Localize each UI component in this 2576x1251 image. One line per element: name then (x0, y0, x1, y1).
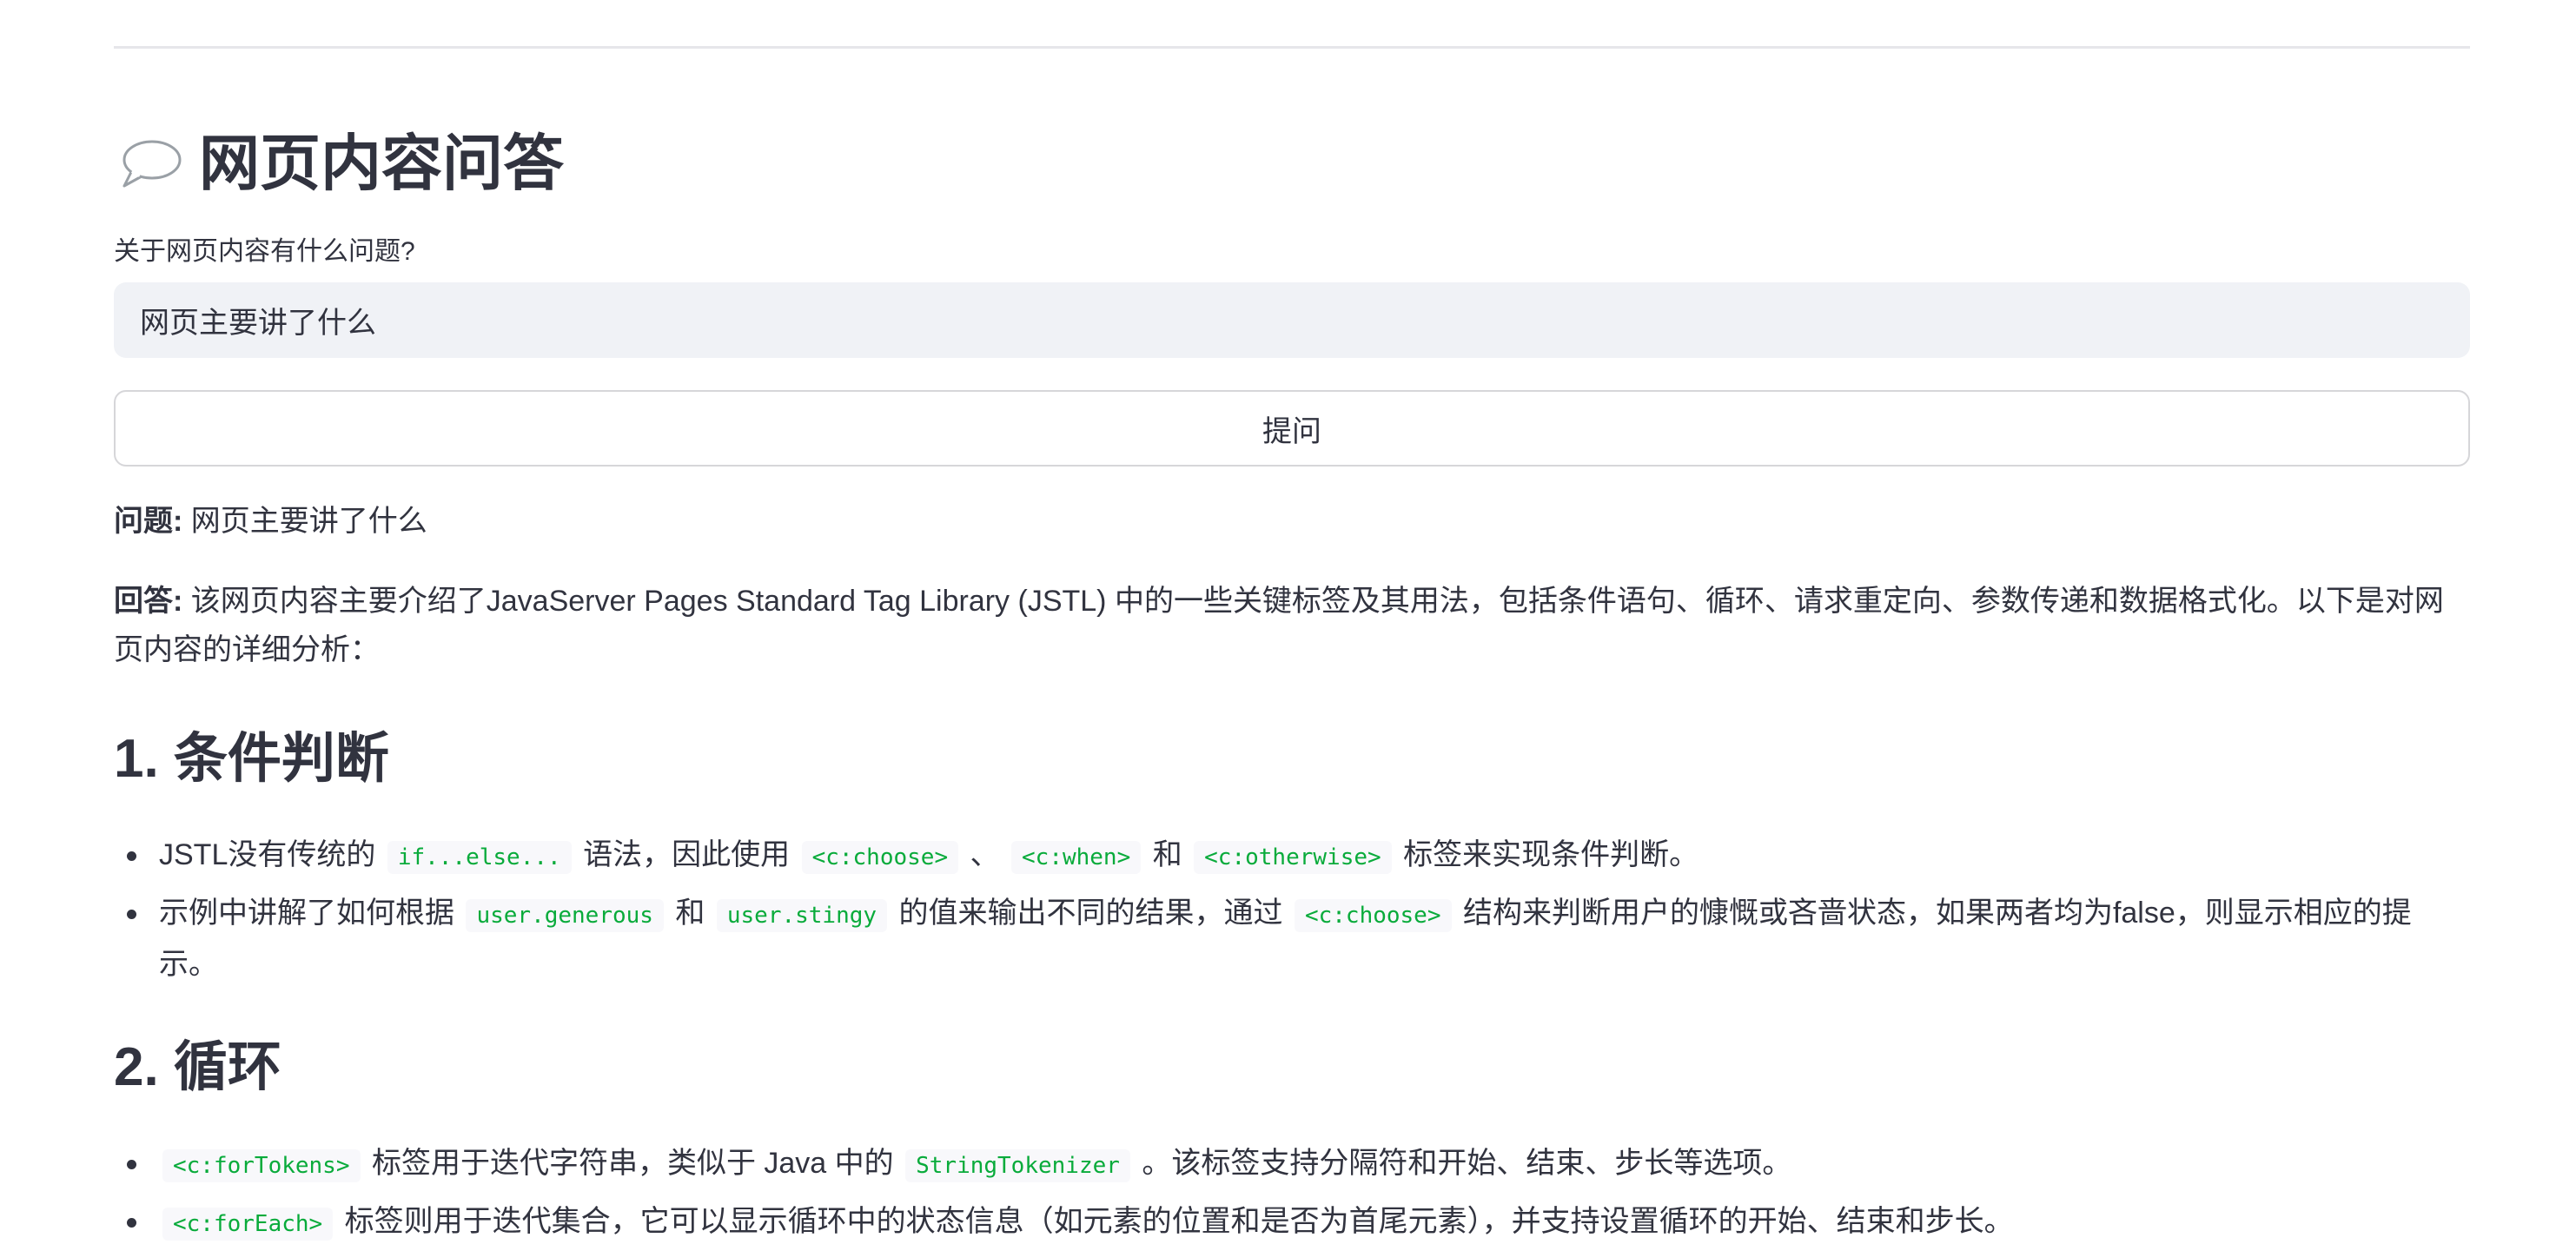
speech-bubble-icon (123, 140, 182, 188)
list-item-text: 示例中讲解了如何根据 (159, 897, 463, 930)
list-item-text: 和 (1144, 838, 1191, 871)
inline-code: <c:forEach> (162, 1208, 334, 1241)
answer-display: 回答: 该网页内容主要介绍了JavaServer Pages Standard … (114, 577, 2470, 674)
answer-label: 回答: (114, 585, 183, 618)
inline-code: <c:choose> (801, 841, 959, 874)
inline-code: StringTokenizer (905, 1149, 1130, 1182)
inline-code: <c:when> (1011, 841, 1142, 874)
bullet-dot-icon (127, 851, 136, 861)
list-item-text: 标签用于迭代字符串，类似于 Java 中的 (363, 1147, 903, 1180)
page-header: 网页内容问答 (114, 120, 564, 207)
section-heading-loops: 2. 循环 (114, 1037, 281, 1097)
answer-text: 该网页内容主要介绍了JavaServer Pages Standard Tag … (114, 585, 2444, 666)
list-item-text: 的值来输出不同的结果，通过 (891, 897, 1291, 930)
inline-code: user.generous (466, 899, 664, 932)
list-item-text: 标签来实现条件判断。 (1394, 838, 1699, 871)
list-item: 示例中讲解了如何根据 user.generous 和 user.stingy 的… (127, 889, 2470, 989)
list-item: <c:forTokens> 标签用于迭代字符串，类似于 Java 中的 Stri… (127, 1139, 2470, 1190)
inline-code: <c:otherwise> (1194, 841, 1392, 874)
list-item-text: 、 (962, 838, 1009, 871)
list-item-text: 。该标签支持分隔符和开始、结束、步长等选项。 (1133, 1147, 1792, 1180)
list-item: JSTL没有传统的 if...else... 语法，因此使用 <c:choose… (127, 831, 2470, 882)
list-item-text: JSTL没有传统的 (159, 838, 384, 871)
bullet-dot-icon (127, 910, 136, 919)
list-item-text: 语法，因此使用 (574, 838, 798, 871)
question-label: 问题: (114, 505, 183, 538)
page: 网页内容问答 关于网页内容有什么问题? 提问 问题: 网页主要讲了什么 回答: … (0, 0, 2576, 1251)
bullet-dot-icon (127, 1218, 136, 1228)
question-input[interactable] (114, 282, 2470, 358)
ask-button[interactable]: 提问 (114, 390, 2470, 467)
inline-code: <c:forTokens> (162, 1149, 361, 1182)
section-list-conditions: JSTL没有传统的 if...else... 语法，因此使用 <c:choose… (114, 831, 2470, 996)
top-divider (114, 46, 2470, 49)
page-title: 网页内容问答 (199, 129, 564, 197)
list-item: <c:forEach> 标签则用于迭代集合，它可以显示循环中的状态信息（如元素的… (127, 1197, 2470, 1248)
list-item-text: 标签则用于迭代集合，它可以显示循环中的状态信息（如元素的位置和是否为首尾元素），… (336, 1205, 2014, 1238)
list-item-text: 和 (666, 897, 713, 930)
inline-code: <c:choose> (1294, 899, 1452, 932)
question-input-label: 关于网页内容有什么问题? (114, 237, 415, 266)
section-list-loops: <c:forTokens> 标签用于迭代字符串，类似于 Java 中的 Stri… (114, 1139, 2470, 1251)
question-display: 问题: 网页主要讲了什么 (114, 497, 2470, 546)
inline-code: user.stingy (716, 899, 888, 932)
inline-code: if...else... (387, 841, 572, 874)
bullet-dot-icon (127, 1160, 136, 1169)
section-heading-conditions: 1. 条件判断 (114, 729, 389, 789)
question-text: 网页主要讲了什么 (182, 505, 427, 538)
